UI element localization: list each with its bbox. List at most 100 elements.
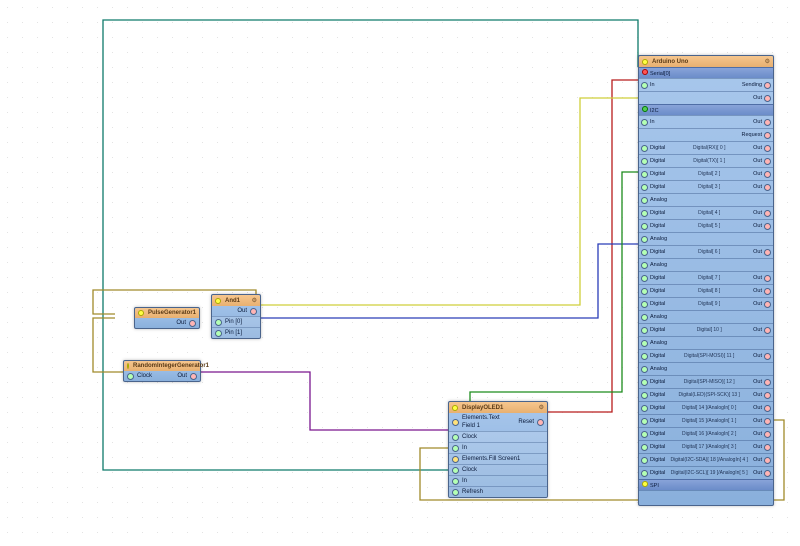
- pin-digital-out[interactable]: [764, 301, 771, 308]
- pin-i2c-out[interactable]: [764, 119, 771, 126]
- pin-request[interactable]: [764, 132, 771, 139]
- pin-digital-in[interactable]: [641, 457, 648, 464]
- pin-left-label: Analog: [650, 366, 667, 372]
- pin-digital-out[interactable]: [764, 392, 771, 399]
- pin-mid-label: Digital[ 8 ]: [667, 288, 751, 294]
- pin-digital-in[interactable]: [641, 184, 648, 191]
- pin-digital-out[interactable]: [764, 431, 771, 438]
- gear-icon[interactable]: ⚙: [539, 404, 544, 411]
- pin-mid-label: Digital[ 16 ]/AnalogIn[ 2 ]: [667, 431, 751, 437]
- pin-right-label: Out: [753, 470, 762, 476]
- pin-digital-in[interactable]: [641, 327, 648, 334]
- arduino-pin-row: DigitalDigital(I2C-SDA)[ 18 ]/AnalogIn[ …: [639, 453, 773, 466]
- pin-clock[interactable]: [127, 373, 134, 380]
- pin-0[interactable]: [215, 319, 222, 326]
- pin-digital-out[interactable]: [764, 249, 771, 256]
- pin-digital-out[interactable]: [764, 470, 771, 477]
- pin-digital-out[interactable]: [764, 353, 771, 360]
- pin-elem-text[interactable]: [452, 419, 459, 426]
- node-random-integer-generator[interactable]: RandomIntegerGenerator1 Clock Out: [123, 360, 201, 382]
- pin-reset[interactable]: [537, 419, 544, 426]
- pin-digital-out[interactable]: [764, 288, 771, 295]
- pin-digital-in[interactable]: [641, 366, 648, 373]
- pin-right-label: Out: [753, 210, 762, 216]
- pin-digital-out[interactable]: [764, 405, 771, 412]
- pin-digital-in[interactable]: [641, 340, 648, 347]
- pin-left-label: Analog: [650, 340, 667, 346]
- pin-digital-out[interactable]: [764, 444, 771, 451]
- pin-digital-in[interactable]: [641, 379, 648, 386]
- pin-digital-in[interactable]: [641, 275, 648, 282]
- pin-serial-out[interactable]: [764, 95, 771, 102]
- pin-digital-out[interactable]: [764, 184, 771, 191]
- pin-left-label: Analog: [650, 314, 667, 320]
- node-pulse-generator[interactable]: PulseGenerator1 Out: [134, 307, 200, 329]
- pin-digital-in[interactable]: [641, 418, 648, 425]
- pin-elem-fill[interactable]: [452, 456, 459, 463]
- gear-icon[interactable]: ⚙: [252, 297, 257, 304]
- pin-digital-out[interactable]: [764, 327, 771, 334]
- pin-left-label: Digital: [650, 327, 665, 333]
- pin-digital-in[interactable]: [641, 145, 648, 152]
- pin-digital-in[interactable]: [641, 249, 648, 256]
- pin-i2c-in[interactable]: [641, 119, 648, 126]
- pin-out[interactable]: [189, 320, 196, 327]
- pin-digital-out[interactable]: [764, 145, 771, 152]
- arduino-pin-row: DigitalDigital[ 14 ]/AnalogIn[ 0 ]Out: [639, 401, 773, 414]
- pin-digital-out[interactable]: [764, 379, 771, 386]
- pin-left-label: Digital: [650, 171, 665, 177]
- pin-digital-out[interactable]: [764, 210, 771, 217]
- pin-digital-in[interactable]: [641, 210, 648, 217]
- pin-right-label: Out: [753, 301, 762, 307]
- arduino-pin-row: Analog: [639, 362, 773, 375]
- pin-serial-in[interactable]: [641, 82, 648, 89]
- pin-digital-out[interactable]: [764, 158, 771, 165]
- pin-digital-in[interactable]: [641, 353, 648, 360]
- pin-digital-out[interactable]: [764, 457, 771, 464]
- pin-digital-in[interactable]: [641, 405, 648, 412]
- pin-digital-in[interactable]: [641, 158, 648, 165]
- node-display-oled[interactable]: DisplayOLED1⚙ Elements.Text Field 1Reset…: [448, 401, 548, 498]
- pin-digital-in[interactable]: [641, 314, 648, 321]
- pin-digital-in[interactable]: [641, 236, 648, 243]
- arduino-pin-row: DigitalDigital[ 16 ]/AnalogIn[ 2 ]Out: [639, 427, 773, 440]
- pin-digital-in[interactable]: [641, 171, 648, 178]
- arduino-pin-row: DigitalDigital[ 4 ]Out: [639, 206, 773, 219]
- pin-in[interactable]: [452, 445, 459, 452]
- pin-digital-out[interactable]: [764, 418, 771, 425]
- pin-left-label: Digital: [650, 145, 665, 151]
- pin-digital-in[interactable]: [641, 223, 648, 230]
- arduino-pin-row: DigitalDigital(LED)(SPI-SCK)[ 13 ]Out: [639, 388, 773, 401]
- arduino-pin-row: DigitalDigital[ 8 ]Out: [639, 284, 773, 297]
- pin-digital-in[interactable]: [641, 288, 648, 295]
- pin-right-label: Out: [753, 431, 762, 437]
- pin-digital-out[interactable]: [764, 171, 771, 178]
- pin-clock[interactable]: [452, 434, 459, 441]
- pin-right-label: Out: [753, 249, 762, 255]
- pin-mid-label: Digital[ 10 ]: [667, 327, 751, 333]
- pin-out[interactable]: [190, 373, 197, 380]
- pin-digital-out[interactable]: [764, 223, 771, 230]
- pin-digital-in[interactable]: [641, 470, 648, 477]
- pin-digital-in[interactable]: [641, 431, 648, 438]
- row-label: Elements.Text Field 1: [462, 414, 512, 430]
- pin-refresh[interactable]: [452, 489, 459, 496]
- pin-left-label: Digital: [650, 184, 665, 190]
- gear-icon[interactable]: ⚙: [765, 58, 770, 65]
- pin-digital-in[interactable]: [641, 262, 648, 269]
- pin-clock2[interactable]: [452, 467, 459, 474]
- pin-sending[interactable]: [764, 82, 771, 89]
- pin-out[interactable]: [250, 308, 257, 315]
- arduino-pin-row: DigitalDigital[ 5 ]Out: [639, 219, 773, 232]
- pin-in2[interactable]: [452, 478, 459, 485]
- pin-digital-in[interactable]: [641, 197, 648, 204]
- node-arduino-uno[interactable]: Arduino Uno⚙ Serial[0] In Sending Out I2…: [638, 55, 774, 506]
- pin-mid-label: Digital[ 4 ]: [667, 210, 751, 216]
- pin-0-label: Pin [0]: [225, 318, 242, 326]
- pin-digital-in[interactable]: [641, 392, 648, 399]
- pin-1[interactable]: [215, 330, 222, 337]
- pin-digital-in[interactable]: [641, 301, 648, 308]
- pin-digital-out[interactable]: [764, 275, 771, 282]
- node-and[interactable]: And1⚙ Out Pin [0] Pin [1]: [211, 294, 261, 339]
- pin-digital-in[interactable]: [641, 444, 648, 451]
